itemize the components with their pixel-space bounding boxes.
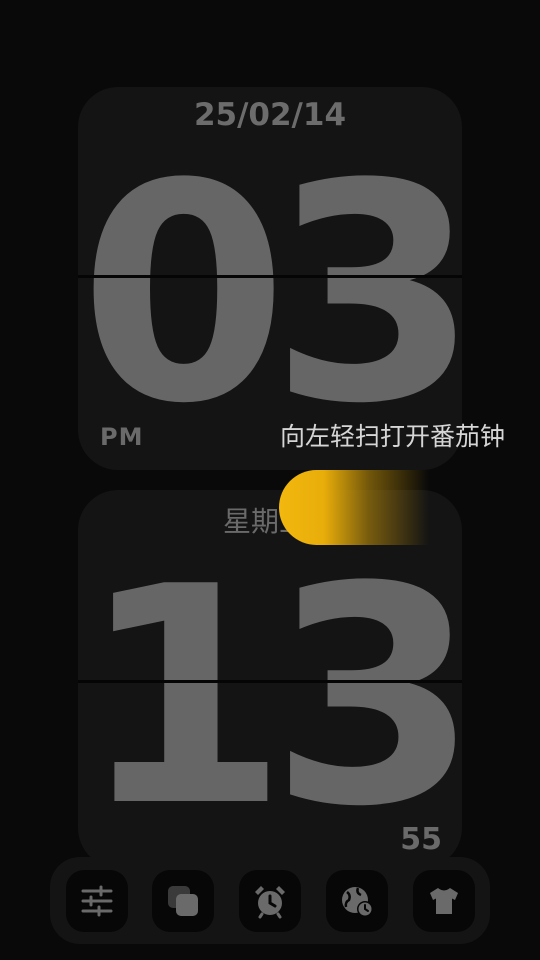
settings-button[interactable]	[66, 870, 128, 932]
swipe-handle[interactable]	[279, 470, 429, 545]
layers-icon	[168, 886, 198, 916]
bottom-toolbar	[50, 857, 490, 944]
world-clock-icon	[342, 887, 373, 917]
flip-divider	[78, 275, 462, 278]
hour-digits: 03	[79, 120, 462, 469]
swipe-hint-text: 向左轻扫打开番茄钟	[280, 422, 506, 451]
widgets-button[interactable]	[152, 870, 214, 932]
sliders-icon	[81, 885, 113, 917]
hour-card[interactable]: 25/02/14 03 PM	[78, 87, 462, 470]
world-clock-button[interactable]	[326, 870, 388, 932]
seconds-label: 55	[400, 822, 442, 857]
alarm-clock-icon	[255, 886, 285, 919]
minute-digits: 13	[79, 523, 462, 868]
flip-divider	[78, 680, 462, 683]
alarm-button[interactable]	[239, 870, 301, 932]
minute-card[interactable]: 星期五 13 55	[78, 490, 462, 868]
tshirt-icon	[430, 888, 458, 914]
ampm-label: PM	[100, 423, 144, 451]
theme-button[interactable]	[413, 870, 475, 932]
